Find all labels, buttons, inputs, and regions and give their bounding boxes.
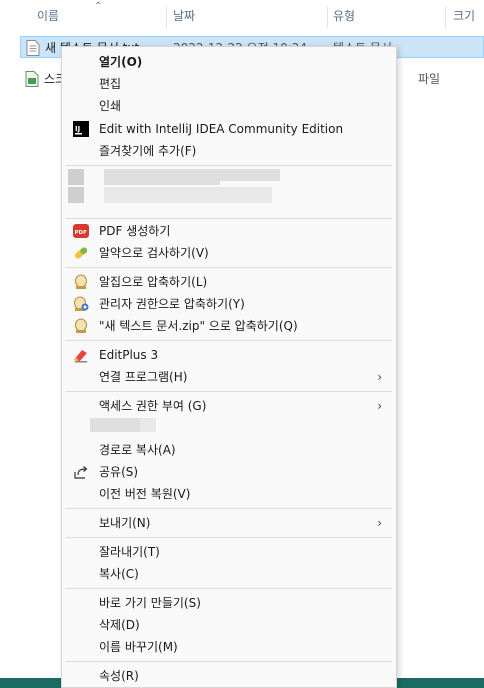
editplus-icon: [74, 350, 87, 363]
chevron-right-icon: ›: [377, 370, 382, 384]
context-menu: 열기(O) 편집 인쇄 IJ Edit with IntelliJ IDEA C…: [61, 46, 397, 688]
column-name-header[interactable]: 이름: [37, 0, 59, 32]
menu-separator: [66, 218, 392, 219]
menu-print[interactable]: 인쇄: [62, 95, 396, 117]
svg-text:PDF: PDF: [75, 230, 88, 236]
menu-edit-intellij[interactable]: IJ Edit with IntelliJ IDEA Community Edi…: [62, 118, 396, 140]
menu-print-label: 인쇄: [99, 99, 122, 113]
menu-copy-label: 복사(C): [99, 567, 139, 581]
chevron-right-icon: ›: [377, 516, 382, 530]
menu-copy[interactable]: 복사(C): [62, 563, 396, 585]
menu-grant-access-label: 액세스 권한 부여 (G): [99, 399, 207, 413]
menu-properties[interactable]: 속성(R): [62, 665, 396, 687]
menu-separator: [66, 508, 392, 509]
menu-send-to[interactable]: 보내기(N) ›: [62, 512, 396, 534]
menu-open-with-label: 연결 프로그램(H): [99, 370, 188, 384]
alzip-icon: [75, 318, 87, 333]
column-divider[interactable]: [327, 6, 328, 28]
file-type: 파일: [418, 72, 441, 86]
menu-rename[interactable]: 이름 바꾸기(M): [62, 636, 396, 658]
menu-add-favorites-label: 즐겨찾기에 추가(F): [99, 144, 197, 158]
svg-text:IJ: IJ: [75, 125, 80, 133]
menu-create-shortcut[interactable]: 바로 가기 만들기(S): [62, 592, 396, 614]
chevron-right-icon: ›: [377, 399, 382, 413]
menu-delete[interactable]: 삭제(D): [62, 614, 396, 636]
menu-open-with[interactable]: 연결 프로그램(H) ›: [62, 366, 396, 388]
menu-cut[interactable]: 잘라내기(T): [62, 541, 396, 563]
menu-edit-intellij-label: Edit with IntelliJ IDEA Community Editio…: [99, 122, 344, 136]
menu-alzip-admin-compress[interactable]: 관리자 권한으로 압축하기(Y): [62, 293, 396, 315]
menu-edit-label: 편집: [99, 77, 122, 91]
menu-separator: [66, 391, 392, 392]
menu-separator: [66, 588, 392, 589]
menu-separator: [66, 537, 392, 538]
menu-alzip-compress-named[interactable]: "새 텍스트 문서.zip" 으로 압축하기(Q): [62, 315, 396, 337]
menu-alzip-compress-named-label: "새 텍스트 문서.zip" 으로 압축하기(Q): [99, 319, 298, 333]
alyac-icon: [74, 247, 88, 259]
intellij-icon: IJ: [73, 121, 89, 137]
menu-properties-label: 속성(R): [99, 669, 139, 683]
menu-separator: [66, 165, 392, 166]
menu-editplus-label: EditPlus 3: [99, 348, 159, 362]
menu-copy-as-path-label: 경로로 복사(A): [99, 443, 176, 457]
menu-create-pdf[interactable]: PDF PDF 생성하기: [62, 220, 396, 242]
menu-alzip-compress-label: 알집으로 압축하기(L): [99, 275, 208, 289]
alzip-admin-icon: [74, 296, 89, 311]
column-header: ⌃ 이름 날짜 유형 크기: [0, 0, 484, 32]
menu-alyac-scan-label: 알약으로 검사하기(V): [99, 246, 209, 260]
menu-add-favorites[interactable]: 즐겨찾기에 추가(F): [62, 140, 396, 162]
text-file-icon: [26, 40, 40, 56]
menu-separator: [66, 267, 392, 268]
menu-create-shortcut-label: 바로 가기 만들기(S): [99, 596, 201, 610]
alzip-icon: [75, 274, 87, 289]
menu-alyac-scan[interactable]: 알약으로 검사하기(V): [62, 242, 396, 264]
menu-share[interactable]: 공유(S): [62, 461, 396, 483]
menu-editplus[interactable]: EditPlus 3: [62, 344, 396, 366]
menu-delete-label: 삭제(D): [99, 618, 140, 632]
menu-separator: [66, 661, 392, 662]
share-icon: [74, 466, 88, 479]
menu-restore-versions-label: 이전 버전 복원(V): [99, 487, 191, 501]
pdf-icon: PDF: [73, 224, 89, 238]
column-size-header[interactable]: 크기: [453, 0, 475, 32]
column-divider[interactable]: [166, 6, 167, 28]
column-type-header[interactable]: 유형: [333, 0, 355, 32]
menu-open-label: 열기(O): [99, 55, 143, 69]
menu-copy-as-path[interactable]: 경로로 복사(A): [62, 439, 396, 461]
menu-alzip-admin-compress-label: 관리자 권한으로 압축하기(Y): [99, 297, 245, 311]
menu-rename-label: 이름 바꾸기(M): [99, 640, 178, 654]
menu-alzip-compress[interactable]: 알집으로 압축하기(L): [62, 271, 396, 293]
column-divider[interactable]: [445, 6, 446, 28]
column-date-header[interactable]: 날짜: [173, 0, 195, 32]
menu-create-pdf-label: PDF 생성하기: [99, 224, 171, 238]
script-file-icon: [25, 71, 39, 87]
menu-send-to-label: 보내기(N): [99, 516, 151, 530]
menu-share-label: 공유(S): [99, 465, 139, 479]
menu-restore-versions[interactable]: 이전 버전 복원(V): [62, 483, 396, 505]
sort-ascending-icon: ⌃: [94, 1, 103, 12]
menu-grant-access[interactable]: 액세스 권한 부여 (G) ›: [62, 395, 396, 417]
menu-edit[interactable]: 편집: [62, 73, 396, 95]
menu-open[interactable]: 열기(O): [62, 51, 396, 73]
menu-cut-label: 잘라내기(T): [99, 545, 160, 559]
menu-separator: [66, 340, 392, 341]
